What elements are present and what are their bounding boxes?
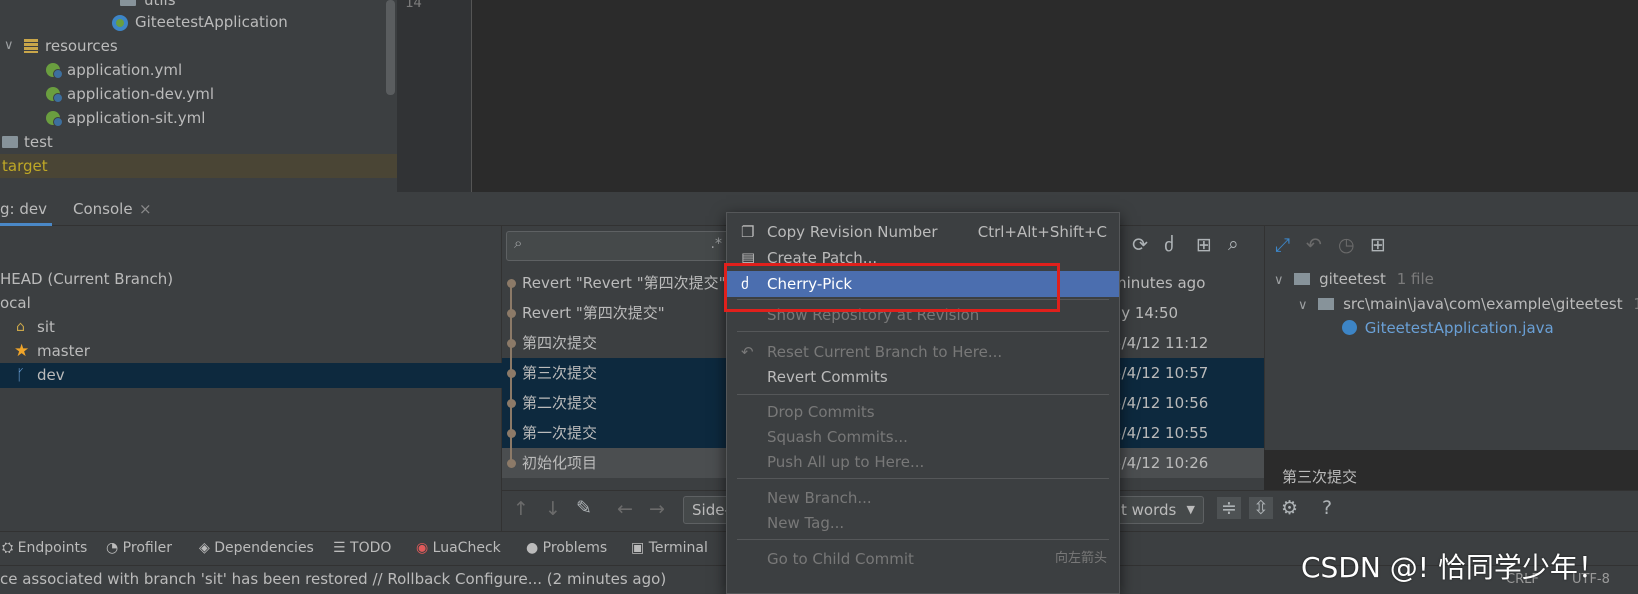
problems-icon: ●	[526, 540, 543, 556]
folder-icon	[2, 136, 18, 148]
menu-copy-revision[interactable]: ❐ Copy Revision Number Ctrl+Alt+Shift+C	[727, 219, 1119, 245]
chevron-down-icon[interactable]: ∨	[1274, 273, 1284, 288]
search-icon: ⌕	[514, 234, 523, 252]
dependencies-icon: ◈	[199, 540, 215, 556]
undo-icon: ↶	[1306, 234, 1322, 256]
undo-icon: ↶	[741, 343, 754, 361]
copy-icon: ❐	[741, 223, 755, 241]
menu-push-all: Push All up to Here...	[767, 453, 925, 471]
chevron-down-icon: ▼	[1186, 503, 1195, 516]
tab-console[interactable]: Console	[73, 192, 133, 226]
commit-node	[507, 369, 516, 378]
tool-luacheck[interactable]: ◉ LuaCheck	[416, 540, 501, 556]
line-number: 14	[405, 0, 422, 11]
chevron-down-icon[interactable]: ∨	[1298, 298, 1308, 313]
folder-icon	[1318, 298, 1335, 310]
branch-sit[interactable]: ⌂ sit	[0, 315, 502, 340]
details-path-node[interactable]: ∨ src\main\java\com\example\giteetest 1	[1298, 295, 1638, 313]
watermark: CSDN @! 恰同学少年！	[1301, 551, 1606, 584]
commit-node	[507, 399, 516, 408]
tool-terminal[interactable]: ▣ Terminal	[631, 540, 708, 556]
menu-separator	[737, 331, 1109, 332]
tree-item-target[interactable]: target	[0, 154, 397, 178]
history-icon: ◷	[1338, 234, 1355, 256]
menu-drop-commits: Drop Commits	[767, 403, 875, 421]
regex-icon[interactable]: .*	[711, 236, 722, 252]
commit-node	[507, 459, 516, 468]
arrow-down-icon: ↓	[545, 498, 561, 520]
help-icon[interactable]: ?	[1322, 497, 1332, 519]
tab-git-log[interactable]: g: dev	[0, 192, 47, 226]
menu-new-branch: New Branch...	[767, 489, 872, 507]
editor-area[interactable]	[472, 0, 1638, 192]
tool-endpoints[interactable]: ⛭ Endpoints	[2, 540, 87, 556]
branch-group-local[interactable]: ocal	[0, 291, 502, 316]
tag-icon: ⌂	[16, 319, 25, 335]
spring-app-icon	[112, 15, 128, 31]
spring-config-icon	[46, 111, 63, 127]
details-file-node[interactable]: GiteetestApplication.java	[1342, 319, 1554, 337]
tool-dependencies[interactable]: ◈ Dependencies	[199, 540, 314, 556]
highlight-words-select[interactable]: t words ▼	[1112, 496, 1204, 524]
details-root-node[interactable]: ∨ giteetest 1 file	[1274, 270, 1434, 288]
commit-node	[507, 339, 516, 348]
star-icon: ★	[14, 341, 30, 361]
menu-separator	[737, 539, 1109, 540]
grid-icon[interactable]: ⊞	[1196, 234, 1212, 256]
refresh-icon[interactable]: ⟳	[1132, 234, 1148, 256]
commit-node	[507, 279, 516, 288]
project-tree-panel: utils GiteetestApplication ∨ resources a…	[0, 0, 397, 192]
commit-node	[507, 309, 516, 318]
close-icon[interactable]: ×	[139, 192, 152, 226]
search-icon[interactable]: ⌕	[1228, 233, 1239, 255]
chevron-down-icon[interactable]: ∨	[4, 34, 14, 58]
folder-icon	[120, 0, 136, 6]
annotation-highlight-box	[724, 263, 1060, 312]
spring-config-icon	[46, 87, 63, 103]
expand-icon[interactable]: ⤢	[1275, 234, 1290, 256]
group-icon[interactable]: ⊞	[1370, 234, 1386, 256]
menu-go-to-child: Go to Child Commit 向左箭头	[767, 550, 1107, 568]
branch-icon: ᚴ	[16, 366, 26, 384]
module-folder-icon	[1294, 273, 1311, 285]
project-tree-scrollbar[interactable]	[386, 0, 395, 95]
branch-head[interactable]: HEAD (Current Branch)	[0, 267, 502, 292]
edit-icon[interactable]: ✎	[576, 497, 592, 519]
resources-folder-icon	[24, 39, 38, 53]
branches-panel: HEAD (Current Branch) ocal ⌂ sit ★ maste…	[0, 226, 502, 531]
commit-node	[507, 429, 516, 438]
arrow-up-icon: ↑	[513, 498, 529, 520]
gear-icon[interactable]: ⚙	[1281, 497, 1298, 519]
menu-new-tag: New Tag...	[767, 514, 845, 532]
menu-squash-commits: Squash Commits...	[767, 428, 908, 446]
branch-master[interactable]: ★ master	[0, 339, 502, 364]
menu-revert-commits[interactable]: Revert Commits	[727, 364, 1119, 390]
cherry-icon[interactable]: ძ	[1164, 234, 1174, 256]
menu-separator	[737, 478, 1109, 479]
tool-problems[interactable]: ● Problems	[526, 540, 607, 556]
branch-dev[interactable]: ᚴ dev	[0, 363, 502, 388]
profiler-icon: ◔	[106, 540, 123, 556]
tool-todo[interactable]: ☰ TODO	[333, 540, 391, 556]
log-search-input[interactable]: ⌕ .*	[506, 231, 731, 261]
arrow-left-icon: ←	[617, 498, 633, 520]
spring-config-icon	[46, 63, 63, 79]
java-class-icon	[1342, 320, 1357, 335]
collapse-icon[interactable]: ≑	[1217, 497, 1241, 519]
arrow-right-icon: →	[649, 498, 665, 520]
sync-scroll-icon[interactable]: ⇳	[1249, 497, 1273, 519]
luacheck-icon: ◉	[416, 540, 433, 556]
menu-reset-branch: ↶ Reset Current Branch to Here...	[727, 339, 1119, 365]
status-message[interactable]: ce associated with branch 'sit' has been…	[0, 570, 666, 588]
commit-message: 第三次提交	[1282, 468, 1358, 486]
endpoints-icon: ⛭	[2, 540, 18, 556]
editor-gutter	[397, 0, 472, 192]
todo-icon: ☰	[333, 540, 351, 556]
tool-profiler[interactable]: ◔ Profiler	[106, 540, 172, 556]
menu-separator	[737, 394, 1109, 395]
terminal-icon: ▣	[631, 540, 649, 556]
